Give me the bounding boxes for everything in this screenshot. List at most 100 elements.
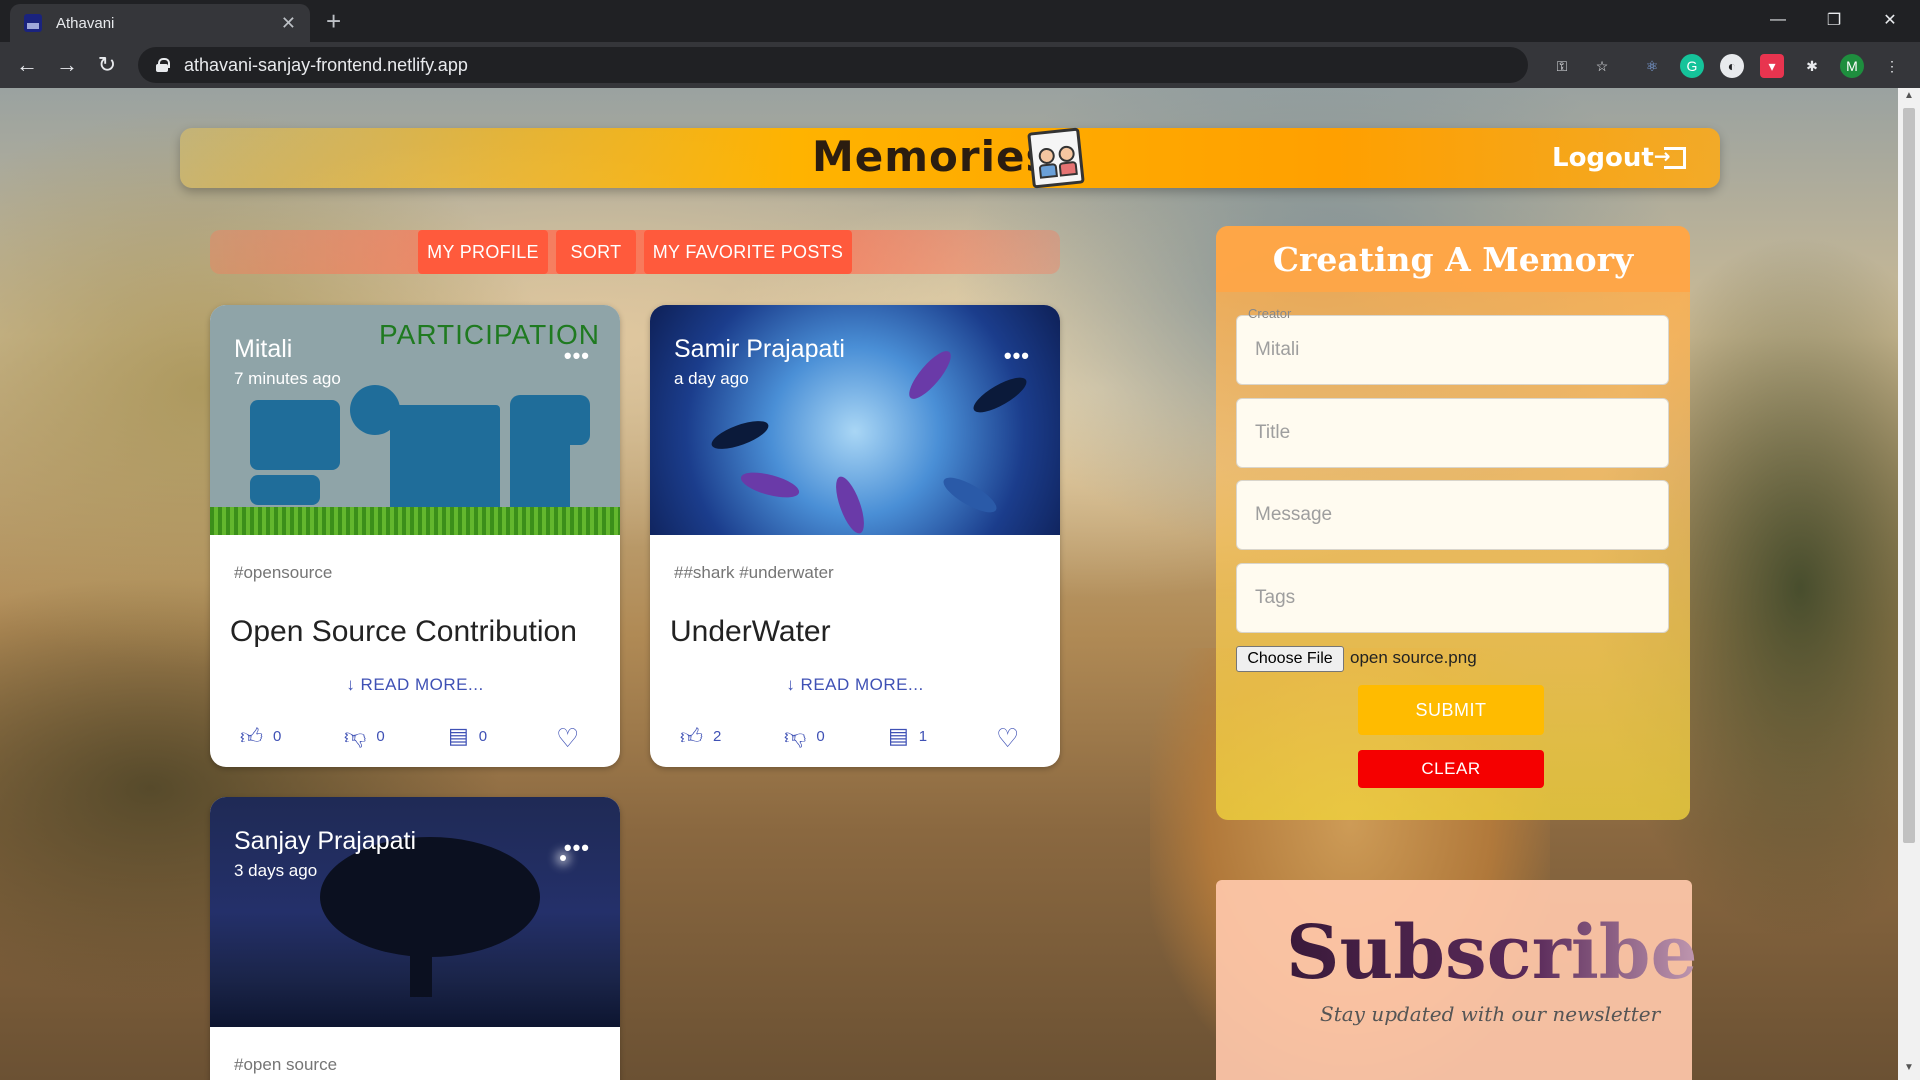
comment-button[interactable]: ▤ 1 <box>888 723 927 749</box>
more-options-icon[interactable]: ••• <box>564 835 590 861</box>
scroll-up-icon[interactable]: ▲ <box>1898 90 1920 106</box>
like-count: 2 <box>713 728 722 745</box>
profile-avatar[interactable]: M <box>1840 54 1864 78</box>
tags-field[interactable]: Tags <box>1236 563 1669 633</box>
key-icon[interactable]: ⚿ <box>1550 54 1574 78</box>
bookmark-star-icon[interactable]: ☆ <box>1590 54 1614 78</box>
logo-face-left <box>1037 147 1056 165</box>
comment-icon: ▤ <box>448 723 469 748</box>
post-time: a day ago <box>674 369 749 388</box>
react-devtools-icon[interactable]: ⚛ <box>1640 54 1664 78</box>
scrollbar-thumb[interactable] <box>1903 108 1915 843</box>
title-placeholder: Title <box>1255 422 1291 443</box>
close-window-icon[interactable]: ✕ <box>1862 0 1918 40</box>
clear-button[interactable]: CLEAR <box>1358 750 1544 788</box>
subscribe-panel: Subscribe Stay updated with our newslett… <box>1216 880 1698 1080</box>
comment-count: 0 <box>478 727 488 745</box>
scroll-down-icon[interactable]: ▼ <box>1898 1062 1920 1078</box>
post-creator: Mitali <box>234 335 293 363</box>
my-favorite-posts-button[interactable]: MY FAVORITE POSTS <box>644 230 852 274</box>
read-more-label: READ MORE... <box>800 675 924 694</box>
favorite-button[interactable]: ♡ <box>996 723 1019 754</box>
submit-button[interactable]: SUBMIT <box>1358 685 1544 735</box>
extension-circle-icon[interactable]: ◐ <box>1720 54 1744 78</box>
tags-placeholder: Tags <box>1255 587 1296 608</box>
post-title: UnderWater <box>670 615 831 648</box>
brand-title: Memories <box>812 132 1052 181</box>
fish-shape <box>903 345 957 405</box>
fish-shape <box>708 415 772 455</box>
post-tags: #opensource <box>234 563 333 582</box>
restore-icon[interactable]: ❐ <box>1806 0 1862 40</box>
forward-icon[interactable]: → <box>52 50 82 80</box>
dislike-count: 0 <box>376 728 385 745</box>
fish-shape <box>969 371 1031 419</box>
extensions-puzzle-icon[interactable]: ✱ <box>1800 54 1824 78</box>
post-creator: Sanjay Prajapati <box>234 827 417 855</box>
logout-button[interactable]: Logout <box>1552 143 1686 173</box>
pocket-icon[interactable]: ▾ <box>1760 54 1784 78</box>
post-tags: ##shark #underwater <box>674 563 834 582</box>
message-field[interactable]: Message <box>1236 480 1669 550</box>
tab-title: Athavani <box>56 14 115 32</box>
sort-button[interactable]: SORT <box>556 230 636 274</box>
selected-file-name: open source.png <box>1350 648 1477 667</box>
menu-kebab-icon[interactable]: ⋮ <box>1880 54 1904 78</box>
my-profile-button[interactable]: MY PROFILE <box>418 230 548 274</box>
more-options-icon[interactable]: ••• <box>564 343 590 369</box>
heart-outline-icon: ♡ <box>996 723 1020 753</box>
post-creator: Samir Prajapati <box>674 335 845 363</box>
post-image: Sanjay Prajapati 3 days ago ••• <box>210 797 620 1027</box>
puzzle-robot-shape <box>250 400 340 470</box>
minimize-icon[interactable]: — <box>1750 0 1806 40</box>
reload-icon[interactable]: ↻ <box>92 50 122 80</box>
thumb-up-icon: 👍︎ <box>680 724 703 749</box>
read-more-button[interactable]: ↓ READ MORE... <box>650 675 1060 715</box>
post-card: Samir Prajapati a day ago ••• ##shark #u… <box>650 305 1060 767</box>
subscribe-subtitle: Stay updated with our newsletter <box>1320 1002 1661 1026</box>
dislike-button[interactable]: 👎︎ 0 <box>784 723 825 750</box>
comment-icon: ▤ <box>888 723 909 748</box>
comment-button[interactable]: ▤ 0 <box>448 723 487 749</box>
post-title: Open Source Contribution <box>230 615 577 648</box>
logout-icon <box>1654 144 1686 169</box>
logo-face-right <box>1057 145 1076 163</box>
read-more-button[interactable]: ↓ READ MORE... <box>210 675 620 715</box>
like-button[interactable]: 👍︎ 2 <box>680 723 721 750</box>
dislike-button[interactable]: 👎︎ 0 <box>344 723 385 750</box>
new-tab-icon[interactable]: + <box>326 6 341 37</box>
puzzle-board-shape <box>390 405 500 515</box>
creator-label: Creator <box>1248 306 1292 321</box>
more-options-icon[interactable]: ••• <box>1004 343 1030 369</box>
grammarly-icon[interactable]: G <box>1680 54 1704 78</box>
robot-head-shape <box>510 395 590 445</box>
close-tab-icon[interactable]: ✕ <box>281 13 296 34</box>
dislike-count: 0 <box>816 728 825 745</box>
creator-value: Mitali <box>1255 339 1300 360</box>
address-bar[interactable]: athavani-sanjay-frontend.netlify.app <box>138 47 1528 83</box>
choose-file-button[interactable]: Choose File <box>1236 646 1344 672</box>
creator-field[interactable]: Mitali <box>1236 315 1669 385</box>
heart-outline-icon: ♡ <box>556 723 580 753</box>
browser-tab[interactable]: Athavani ✕ <box>10 4 310 42</box>
fish-shape <box>738 467 802 503</box>
logout-label: Logout <box>1552 143 1654 173</box>
title-field[interactable]: Title <box>1236 398 1669 468</box>
post-actions: 👍︎ 2 👎︎ 0 ▤ 1 ♡ <box>650 715 1060 767</box>
thumb-up-icon: 👍︎ <box>240 724 263 749</box>
favicon-icon <box>24 14 42 32</box>
page-scrollbar[interactable]: ▲ ▼ <box>1898 88 1920 1080</box>
back-icon[interactable]: ← <box>12 50 42 80</box>
form-heading: Creating A Memory <box>1216 226 1690 292</box>
logo-body-right <box>1058 160 1078 177</box>
like-button[interactable]: 👍︎ 0 <box>240 723 281 750</box>
post-image: PARTICIPATION Mitali 7 minutes ago ••• <box>210 305 620 535</box>
thumb-down-icon: 👎︎ <box>344 724 367 749</box>
grass-strip <box>210 507 620 535</box>
post-tags: #open source <box>234 1055 338 1074</box>
puzzle-piece-shape <box>250 475 320 505</box>
favorite-button[interactable]: ♡ <box>556 723 579 754</box>
post-time: 3 days ago <box>234 861 318 880</box>
url-text: athavani-sanjay-frontend.netlify.app <box>184 54 468 75</box>
fish-shape <box>939 471 1001 519</box>
